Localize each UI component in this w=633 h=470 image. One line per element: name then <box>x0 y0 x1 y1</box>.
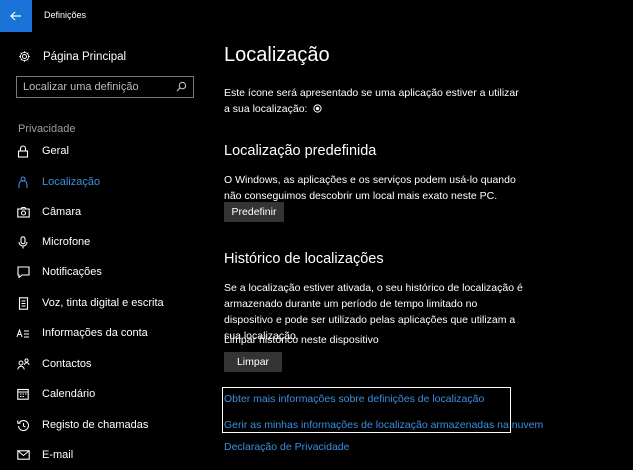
location-history-heading: Histórico de localizações <box>224 251 384 267</box>
contacts-icon <box>16 357 30 371</box>
sidebar-item-calendar[interactable]: Calendário <box>0 379 206 409</box>
mail-icon <box>16 448 30 462</box>
sidebar-item-label: Microfone <box>42 236 91 248</box>
set-default-button[interactable]: Predefinir <box>224 202 284 222</box>
sidebar-item-label: Informações da conta <box>42 327 148 339</box>
sidebar-item-notifications[interactable]: Notificações <box>0 257 206 287</box>
sidebar-item-label: Notificações <box>42 266 102 278</box>
home-label: Página Principal <box>43 50 127 63</box>
back-button[interactable] <box>0 0 32 32</box>
intro-text: Este ícone será apresentado se uma aplic… <box>224 85 524 117</box>
search-box[interactable] <box>16 76 194 98</box>
sidebar-item-label: Voz, tinta digital e escrita <box>42 297 164 309</box>
sidebar-item-location[interactable]: Localização <box>0 167 206 197</box>
calendar-icon <box>16 387 30 401</box>
links-highlight-box <box>222 387 511 433</box>
clear-history-label: Limpar histórico neste dispositivo <box>224 334 379 346</box>
sidebar-item-speech-inking[interactable]: Voz, tinta digital e escrita <box>0 288 206 318</box>
sidebar-item-general[interactable]: Geral <box>0 136 206 166</box>
location-person-icon <box>16 175 30 189</box>
default-location-heading: Localização predefinida <box>224 143 377 159</box>
search-icon[interactable] <box>176 81 187 92</box>
privacy-statement-link[interactable]: Declaração de Privacidade <box>224 441 350 453</box>
sidebar-item-contacts[interactable]: Contactos <box>0 349 206 379</box>
sidebar-item-microphone[interactable]: Microfone <box>0 227 206 257</box>
account-info-icon <box>16 326 30 340</box>
page-title: Localização <box>224 44 330 66</box>
sidebar-item-camera[interactable]: Câmara <box>0 197 206 227</box>
sidebar-item-label: E-mail <box>42 449 74 461</box>
location-in-use-icon <box>313 104 322 113</box>
sidebar-item-label: Geral <box>42 145 69 157</box>
microphone-icon <box>16 235 30 249</box>
default-location-text: O Windows, as aplicações e os serviços p… <box>224 174 516 202</box>
camera-icon <box>16 205 30 219</box>
sidebar-item-label: Câmara <box>42 206 82 218</box>
sidebar-item-label: Registo de chamadas <box>42 419 149 431</box>
home-link[interactable]: Página Principal <box>18 50 126 63</box>
gear-icon <box>19 51 30 62</box>
clear-button[interactable]: Limpar <box>224 352 282 372</box>
notification-icon <box>16 265 30 279</box>
sidebar-item-account-info[interactable]: Informações da conta <box>0 318 206 348</box>
sidebar-item-label: Localização <box>42 176 101 188</box>
sidebar-item-label: Calendário <box>42 388 96 400</box>
search-input[interactable] <box>17 80 175 94</box>
sidebar-item-call-history[interactable]: Registo de chamadas <box>0 410 206 440</box>
sidebar-item-label: Contactos <box>42 358 92 370</box>
call-history-icon <box>16 418 30 432</box>
window-title: Definições <box>44 10 87 20</box>
section-label-privacy: Privacidade <box>18 123 76 135</box>
back-arrow-icon <box>10 11 21 21</box>
sidebar-item-email[interactable]: E-mail <box>0 440 206 470</box>
lock-icon <box>16 144 30 158</box>
sidebar: Página Principal Privacidade Geral Local… <box>0 32 206 463</box>
notebook-icon <box>16 296 30 310</box>
intro-text-content: Este ícone será apresentado se uma aplic… <box>224 87 519 115</box>
title-bar: Definições <box>0 0 633 32</box>
